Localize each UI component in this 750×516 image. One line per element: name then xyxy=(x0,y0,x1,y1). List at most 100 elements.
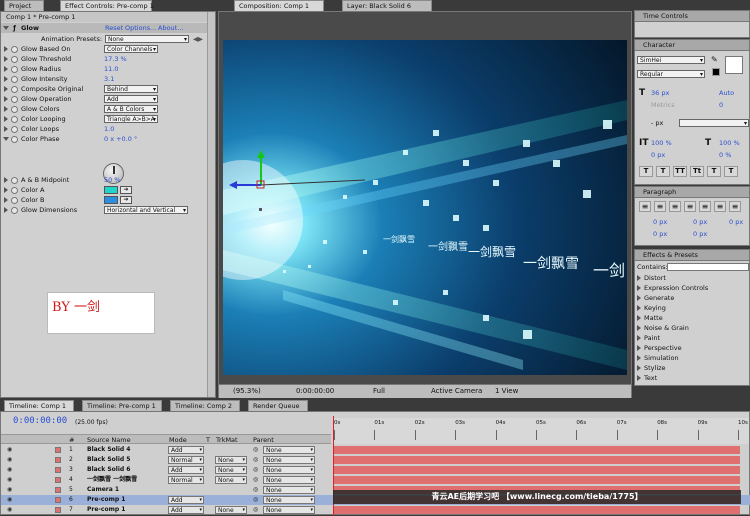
zoom-value[interactable]: (95.3%) xyxy=(233,387,261,395)
stopwatch-icon[interactable] xyxy=(11,75,18,83)
expand-arrow-icon[interactable] xyxy=(4,207,8,213)
text-style-button[interactable]: T xyxy=(639,166,653,177)
effect-category-item[interactable]: Stylize xyxy=(635,363,749,373)
stopwatch-icon[interactable] xyxy=(11,186,18,194)
label-color-swatch[interactable] xyxy=(55,497,61,503)
tab-paragraph[interactable]: Paragraph xyxy=(643,188,676,196)
stopwatch-icon[interactable] xyxy=(11,65,18,73)
expand-arrow-icon[interactable] xyxy=(637,345,641,351)
layer-mode-dropdown[interactable]: Add xyxy=(168,466,204,474)
align-button[interactable]: ≡ xyxy=(699,201,711,212)
layer-parent-dropdown[interactable]: None xyxy=(263,496,315,504)
tab-character[interactable]: Character xyxy=(643,41,675,49)
property-dropdown[interactable]: A & B Colors xyxy=(104,105,158,113)
tab-effects-presets[interactable]: Effects & Presets xyxy=(643,251,698,259)
expand-arrow-icon[interactable] xyxy=(4,116,8,122)
property-dropdown[interactable]: Behind xyxy=(104,85,158,93)
visibility-eye-icon[interactable]: ◉ xyxy=(7,465,12,475)
pick-whip-icon[interactable]: ◎ xyxy=(253,465,258,475)
align-button[interactable]: ≡ xyxy=(654,201,666,212)
eyedropper-icon[interactable]: ✎ xyxy=(711,55,718,64)
expand-arrow-icon[interactable] xyxy=(637,315,641,321)
stroke-width-value[interactable]: - px xyxy=(651,119,663,127)
indent-left-value[interactable]: 0 px xyxy=(653,218,667,226)
layer-trkmat-dropdown[interactable]: None xyxy=(215,476,247,484)
layer-trkmat-dropdown[interactable]: None xyxy=(215,456,247,464)
text-style-button[interactable]: TT xyxy=(673,166,687,177)
property-value[interactable]: 17.3 % xyxy=(104,54,127,64)
tab-effect-controls[interactable]: Effect Controls: Pre-comp 1 xyxy=(60,0,154,11)
effects-search-input[interactable] xyxy=(667,263,749,271)
property-value[interactable]: 0 x +0.0 ° xyxy=(104,134,137,144)
property-value[interactable]: 50 % xyxy=(104,175,121,185)
style-dropdown[interactable]: Regular xyxy=(637,70,705,78)
align-button[interactable]: ≡ xyxy=(729,201,741,212)
text-style-button[interactable]: T xyxy=(656,166,670,177)
layer-parent-dropdown[interactable]: None xyxy=(263,446,315,454)
layer-name[interactable]: Camera 1 xyxy=(87,485,119,495)
layer-trkmat-dropdown[interactable]: None xyxy=(215,506,247,514)
color-swatch[interactable] xyxy=(104,186,118,194)
label-color-swatch[interactable] xyxy=(55,477,61,483)
expand-arrow-icon[interactable] xyxy=(637,365,641,371)
pick-whip-icon[interactable]: ◎ xyxy=(253,445,258,455)
label-color-swatch[interactable] xyxy=(55,467,61,473)
font-size-value[interactable]: 36 px xyxy=(651,89,669,97)
expand-arrow-icon[interactable] xyxy=(637,325,641,331)
property-value[interactable]: 1.0 xyxy=(104,124,114,134)
label-color-swatch[interactable] xyxy=(55,457,61,463)
visibility-eye-icon[interactable]: ◉ xyxy=(7,505,12,515)
layer-parent-dropdown[interactable]: None xyxy=(263,486,315,494)
horizontal-scale-value[interactable]: 100 % xyxy=(719,139,740,147)
visibility-eye-icon[interactable]: ◉ xyxy=(7,445,12,455)
animation-presets-dropdown[interactable]: None xyxy=(105,35,189,43)
expand-arrow-icon[interactable] xyxy=(4,66,8,72)
expand-arrow-icon[interactable] xyxy=(637,295,641,301)
property-dropdown[interactable]: Color Channels xyxy=(104,45,158,53)
text-style-button[interactable]: T xyxy=(724,166,738,177)
tab-time-controls[interactable]: Time Controls xyxy=(643,12,688,20)
layer-mode-dropdown[interactable]: Add xyxy=(168,506,204,514)
expand-arrow-icon[interactable] xyxy=(4,197,8,203)
expand-arrow-icon[interactable] xyxy=(4,126,8,132)
expand-arrow-icon[interactable] xyxy=(4,106,8,112)
expand-arrow-icon[interactable] xyxy=(4,177,8,183)
view-dropdown[interactable]: 1 View xyxy=(495,387,518,395)
effect-category-item[interactable]: Perspective xyxy=(635,343,749,353)
indent-first-value[interactable]: 0 px xyxy=(693,218,707,226)
layer-duration-bar[interactable] xyxy=(334,466,740,474)
layer-name[interactable]: Black Solid 4 xyxy=(87,445,130,455)
font-dropdown[interactable]: SimHei xyxy=(637,56,705,64)
visibility-eye-icon[interactable]: ◉ xyxy=(7,455,12,465)
layer-mode-dropdown[interactable]: Add xyxy=(168,496,204,504)
space-before-value[interactable]: 0 px xyxy=(653,230,667,238)
tab-layer[interactable]: Layer: Black Solid 6 xyxy=(342,0,432,11)
leading-value[interactable]: Auto xyxy=(719,89,734,97)
layer-row[interactable]: ◉ 4 一剑飘雪 一剑飘雪 Normal None ◎ None xyxy=(1,475,750,485)
stroke-color-swatch[interactable] xyxy=(725,56,743,74)
stopwatch-icon[interactable] xyxy=(11,95,18,103)
layer-mode-dropdown[interactable]: Normal xyxy=(168,476,204,484)
stopwatch-icon[interactable] xyxy=(11,105,18,113)
stopwatch-icon[interactable] xyxy=(11,115,18,123)
stopwatch-icon[interactable] xyxy=(11,196,18,204)
composition-viewer[interactable]: 一剑飘雪 一剑飘雪 一剑飘雪 一剑飘雪 一剑 xyxy=(223,40,627,375)
stopwatch-icon[interactable] xyxy=(11,206,18,214)
timeline-tab[interactable]: Timeline: Pre-comp 1 xyxy=(82,400,162,411)
layer-name[interactable]: 一剑飘雪 一剑飘雪 xyxy=(87,475,137,485)
kerning-value[interactable]: Metrics xyxy=(651,101,675,109)
timeline-tab[interactable]: Render Queue xyxy=(248,400,308,411)
layer-duration-bar[interactable] xyxy=(334,476,740,484)
expand-arrow-icon[interactable] xyxy=(3,26,9,30)
pick-whip-icon[interactable]: ◎ xyxy=(253,505,258,515)
align-button[interactable]: ≡ xyxy=(669,201,681,212)
visibility-eye-icon[interactable]: ◉ xyxy=(7,475,12,485)
options-link[interactable]: Options... xyxy=(125,23,156,33)
layer-parent-dropdown[interactable]: None xyxy=(263,466,315,474)
pick-whip-icon[interactable]: ◎ xyxy=(253,495,258,505)
align-button[interactable]: ≡ xyxy=(639,201,651,212)
effect-category-item[interactable]: Matte xyxy=(635,313,749,323)
pick-whip-icon[interactable]: ◎ xyxy=(253,475,258,485)
effect-category-item[interactable]: Generate xyxy=(635,293,749,303)
effect-category-item[interactable]: Time xyxy=(635,383,749,385)
